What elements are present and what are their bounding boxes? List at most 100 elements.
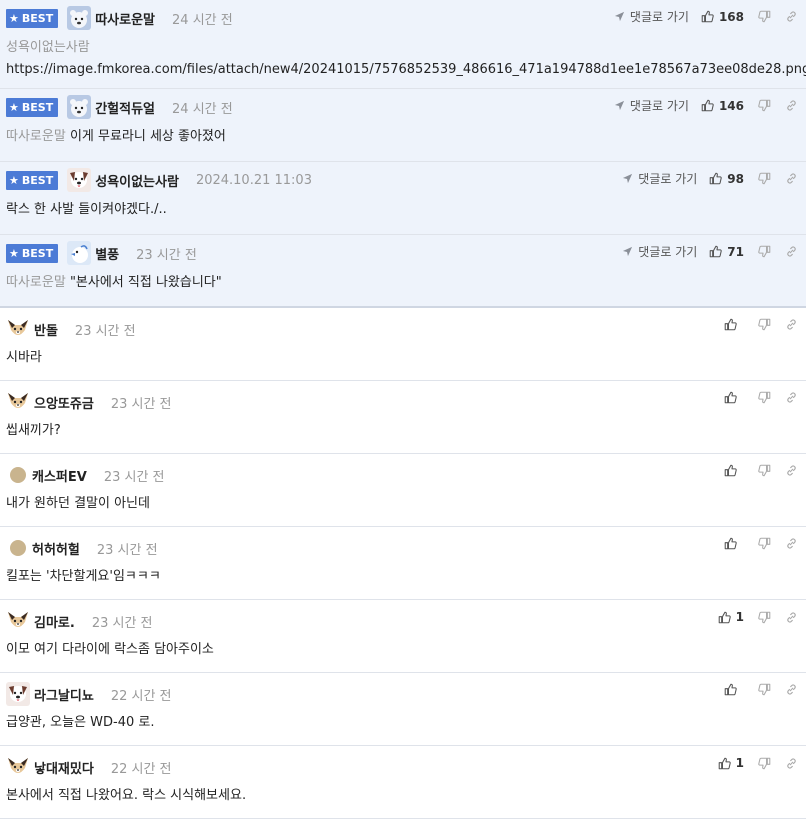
reply-target[interactable]: 성욕이없는사람	[6, 38, 796, 58]
author-nickname[interactable]: 허허허헐	[32, 539, 80, 558]
reply-target[interactable]: 따사로운말	[6, 129, 70, 144]
thumbs-down-icon	[758, 757, 771, 769]
author-nickname[interactable]: 김마로.	[34, 612, 75, 631]
upvote-button[interactable]: 71	[709, 245, 744, 259]
upvote-button[interactable]: 1	[718, 756, 744, 770]
avatar[interactable]	[67, 95, 92, 119]
link-icon	[787, 392, 796, 403]
comment-text: 이게 무료라니 세상 좋아졌어	[69, 129, 226, 144]
copy-link-button[interactable]	[785, 464, 798, 477]
reply-link-label: 댓글로 가기	[629, 10, 689, 24]
author-nickname[interactable]: 캐스퍼EV	[32, 466, 87, 485]
thumbs-up-icon	[724, 464, 737, 477]
downvote-button[interactable]	[758, 318, 771, 331]
avatar[interactable]	[6, 390, 30, 414]
comment-actions	[724, 318, 798, 331]
downvote-button[interactable]	[758, 172, 771, 185]
star-icon: ★	[9, 11, 19, 25]
comment-time: 23 시간 전	[103, 469, 165, 485]
copy-link-button[interactable]	[785, 99, 798, 112]
best-comment: ★ BEST 별풍 23 시간 전 댓글로 가기 71 따사로운말 "본사에서 직…	[0, 235, 806, 308]
upvote-button[interactable]	[724, 464, 742, 477]
downvote-button[interactable]	[758, 245, 771, 258]
thumbs-up-icon	[724, 318, 737, 331]
thumbs-down-icon	[758, 537, 771, 550]
downvote-button[interactable]	[758, 537, 771, 550]
comment-actions: 1	[718, 756, 798, 770]
best-badge: ★ BEST	[6, 97, 59, 117]
thumbs-down-icon	[758, 245, 771, 258]
link-icon	[787, 11, 796, 22]
avatar[interactable]	[6, 317, 30, 341]
comment-text: 이모 여기 다라이에 락스좀 담아주이소	[6, 642, 214, 657]
downvote-button[interactable]	[758, 611, 771, 624]
star-icon: ★	[9, 246, 19, 260]
avatar[interactable]	[6, 755, 30, 779]
comment: 낳대재밌다 22 시간 전 1 본사에서 직접 나왔어요. 락스 시식해보세요.	[0, 746, 806, 819]
copy-link-button[interactable]	[785, 611, 798, 624]
copy-link-button[interactable]	[785, 683, 798, 696]
downvote-button[interactable]	[758, 391, 771, 404]
comment-time: 24 시간 전	[172, 12, 233, 28]
thumbs-down-icon	[758, 611, 771, 623]
author-nickname[interactable]: 반돌	[34, 320, 58, 339]
upvote-button[interactable]: 1	[718, 610, 744, 624]
downvote-button[interactable]	[758, 757, 771, 770]
best-comment: ★ BEST 따사로운말 24 시간 전 댓글로 가기 168 성욕이없는사람 h…	[0, 0, 806, 89]
upvote-button[interactable]: 168	[701, 10, 744, 24]
downvote-button[interactable]	[758, 464, 771, 477]
copy-link-button[interactable]	[785, 391, 798, 404]
avatar[interactable]	[67, 168, 92, 192]
copy-link-button[interactable]	[785, 10, 798, 23]
go-to-reply-link[interactable]: 댓글로 가기	[614, 8, 689, 25]
avatar[interactable]	[10, 467, 26, 483]
best-comment: ★ BEST 간헐적듀얼 24 시간 전 댓글로 가기 146 따사로운말 이게 …	[0, 89, 806, 162]
upvote-button[interactable]	[724, 318, 742, 331]
author-nickname[interactable]: 별풍	[95, 244, 119, 263]
copy-link-button[interactable]	[785, 537, 798, 550]
copy-link-button[interactable]	[785, 245, 798, 258]
avatar[interactable]	[67, 6, 92, 30]
thumbs-down-icon	[758, 391, 771, 404]
comment-body: 시바라	[6, 348, 796, 368]
comment-time: 24 시간 전	[172, 101, 233, 117]
comment-url[interactable]: https://image.fmkorea.com/files/attach/n…	[6, 60, 806, 80]
author-nickname[interactable]: 라그날디뇨	[34, 685, 94, 704]
comment: 으앙또쥬금 23 시간 전 씹새끼가?	[0, 381, 806, 454]
author-nickname[interactable]: 낳대재밌다	[34, 758, 94, 777]
upvote-button[interactable]: 98	[709, 172, 744, 186]
comment-actions: 댓글로 가기 168	[614, 8, 798, 25]
comment-header: 으앙또쥬금 23 시간 전	[6, 390, 806, 414]
go-to-reply-link[interactable]: 댓글로 가기	[622, 243, 697, 260]
comment-body: 따사로운말 "본사에서 직접 나왔습니다"	[6, 273, 796, 293]
like-count: 1	[735, 756, 744, 770]
author-nickname[interactable]: 으앙또쥬금	[34, 393, 94, 412]
thumbs-up-icon	[709, 172, 723, 185]
downvote-button[interactable]	[758, 683, 771, 696]
comment-text: 씹새끼가?	[6, 423, 61, 438]
avatar[interactable]	[10, 540, 26, 556]
downvote-button[interactable]	[758, 10, 771, 23]
go-to-reply-link[interactable]: 댓글로 가기	[622, 170, 697, 187]
upvote-button[interactable]	[724, 683, 742, 696]
avatar[interactable]	[67, 241, 92, 265]
reply-target[interactable]: 따사로운말	[6, 275, 70, 290]
best-label: BEST	[21, 246, 54, 260]
thumbs-up-icon	[701, 99, 714, 112]
author-nickname[interactable]: 성욕이없는사람	[95, 171, 179, 190]
comment-body: 킬포는 '차단할게요'임ㅋㅋㅋ	[6, 567, 796, 587]
downvote-button[interactable]	[758, 99, 771, 112]
copy-link-button[interactable]	[785, 757, 798, 770]
copy-link-button[interactable]	[785, 172, 798, 185]
author-nickname[interactable]: 따사로운말	[95, 9, 155, 28]
avatar[interactable]	[6, 609, 30, 633]
upvote-button[interactable]: 146	[701, 99, 744, 113]
comment-body: 이모 여기 다라이에 락스좀 담아주이소	[6, 640, 796, 660]
upvote-button[interactable]	[724, 391, 742, 404]
copy-link-button[interactable]	[785, 318, 798, 331]
author-nickname[interactable]: 간헐적듀얼	[95, 98, 155, 117]
thumbs-up-icon	[724, 683, 737, 696]
upvote-button[interactable]	[724, 537, 742, 550]
go-to-reply-link[interactable]: 댓글로 가기	[614, 97, 689, 114]
avatar[interactable]	[6, 682, 30, 706]
